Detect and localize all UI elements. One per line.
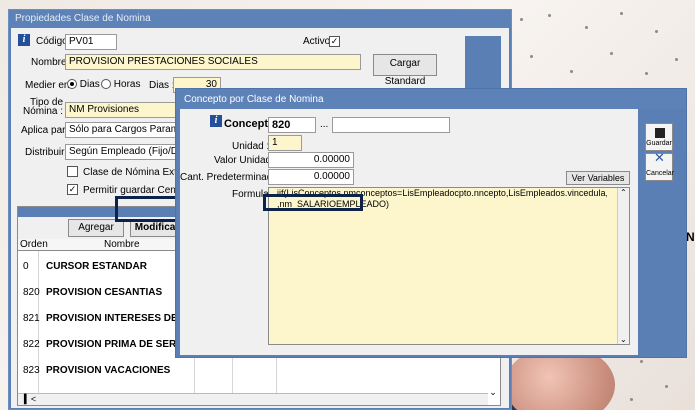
tipo-nomina-field[interactable]: NM Provisiones <box>65 102 185 118</box>
column-orden[interactable]: Orden <box>20 239 48 250</box>
formula-scrollbar[interactable]: ⌃ ⌄ <box>617 188 629 344</box>
nombre-field[interactable]: PROVISION PRESTACIONES SOCIALES <box>65 54 361 70</box>
dias-radio-label: Dias <box>79 79 100 90</box>
row-nombre: PROVISION CESANTIAS <box>46 287 163 298</box>
row-orden: 823 <box>23 365 40 376</box>
tipo-nomina-label: Tipo de Nómina : <box>23 97 64 117</box>
guardar-button[interactable]: Guardar <box>645 123 673 151</box>
row-orden: 820 <box>23 287 40 298</box>
distribuir-field[interactable]: Según Empleado (Fijo/Distribución <box>65 144 185 160</box>
distribuir-label: Distribuir : <box>25 147 71 158</box>
concepto-field[interactable]: 820 <box>268 117 316 133</box>
grid-scroll-down-icon[interactable]: ⌄ <box>486 387 500 405</box>
formula-line-2: ,nm_SALARIOEMPLEADO) <box>277 199 390 209</box>
row-orden: 822 <box>23 339 40 350</box>
guardar-label: Guardar <box>646 140 672 147</box>
dias-radio[interactable] <box>67 79 77 90</box>
unidad-field[interactable]: 1 <box>268 135 302 151</box>
codigo-field[interactable]: PV01 <box>65 34 117 50</box>
aplica-field[interactable]: Sólo para Cargos Parametrizados <box>65 122 185 138</box>
agregar-button[interactable]: Agregar <box>68 219 124 237</box>
clase-externa-checkbox[interactable] <box>67 166 78 177</box>
grid-horizontal-scrollbar[interactable]: ▍< <box>18 393 488 405</box>
concepto-info-icon: i <box>210 115 222 127</box>
row-orden: 821 <box>23 313 40 324</box>
valor-unidad-field[interactable]: 0.00000 <box>268 152 354 168</box>
concepto-description-field[interactable] <box>332 117 450 133</box>
row-nombre: CURSOR ESTANDAR <box>46 261 147 272</box>
cargar-standard-button[interactable]: Cargar Standard <box>373 54 437 87</box>
cancelar-label: Cancelar <box>646 170 675 177</box>
column-nombre[interactable]: Nombre <box>104 239 140 250</box>
medir-dias-option[interactable]: Dias <box>67 79 100 90</box>
permitir-checkbox[interactable]: ✓ <box>67 184 78 195</box>
formula-line-1: iif(LisConceptos.nmconceptos=LisEmpleado… <box>277 188 607 198</box>
ver-variables-button[interactable]: Ver Variables <box>566 171 630 185</box>
cancelar-button[interactable]: ✕ Cancelar <box>645 150 675 181</box>
save-icon <box>655 128 665 138</box>
cancel-icon: ✕ <box>654 150 665 165</box>
dias-label: Dias : <box>149 80 175 91</box>
medir-horas-option[interactable]: Horas <box>101 79 140 90</box>
horas-radio-label: Horas <box>113 79 141 90</box>
unidad-label: Unidad : <box>232 141 270 152</box>
cant-predeterminada-field[interactable]: 0.00000 <box>268 169 354 185</box>
horas-radio[interactable] <box>101 79 111 90</box>
concepto-lookup[interactable]: ... <box>320 119 328 130</box>
concepto-dialog: Concepto por Clase de Nomina i Concepto … <box>175 88 687 358</box>
main-window-title: Propiedades Clase de Nomina <box>9 10 511 28</box>
info-icon: i <box>18 34 30 46</box>
dialog-body: i Concepto : 820 ... Unidad : 1 Valor Un… <box>180 109 638 355</box>
row-orden: 0 <box>23 261 29 272</box>
dialog-title: Concepto por Clase de Nomina <box>176 89 686 109</box>
row-nombre: PROVISION VACACIONES <box>46 365 171 376</box>
table-row[interactable]: 823 PROVISION VACACIONES <box>18 357 488 383</box>
formula-editor[interactable]: iif(LisConceptos.nmconceptos=LisEmpleado… <box>268 187 630 345</box>
activo-checkbox[interactable]: ✓ <box>329 36 340 47</box>
